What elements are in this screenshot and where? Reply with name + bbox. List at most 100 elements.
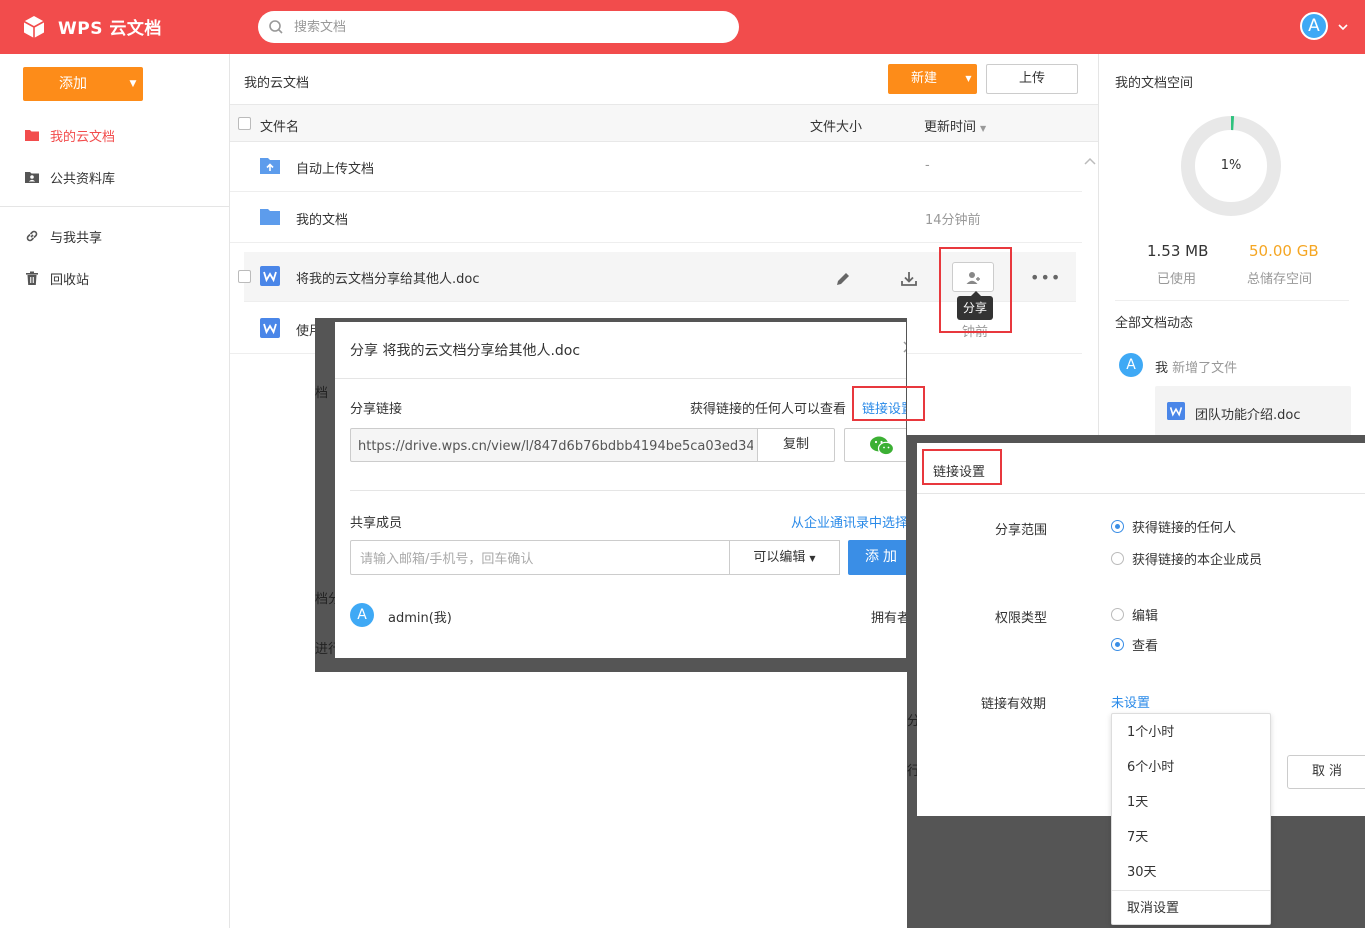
caret-down-icon: ▼ <box>809 554 816 563</box>
share-url-box[interactable] <box>350 428 758 462</box>
app-title: WPS 云文档 <box>58 19 162 39</box>
scope-radio-anyone[interactable] <box>1111 520 1124 533</box>
perm-option-view[interactable]: 查看 <box>1132 635 1158 654</box>
sidebar-item-trash[interactable]: 回收站 <box>0 260 229 296</box>
file-name: 我的文档 <box>296 213 349 228</box>
annotation-highlight-link-settings <box>852 386 925 421</box>
trash-icon <box>26 271 38 285</box>
cube-logo-icon <box>23 15 45 38</box>
download-icon[interactable] <box>899 269 919 289</box>
expiry-option[interactable]: 30天 <box>1112 855 1270 890</box>
used-label: 已使用 <box>1157 272 1197 287</box>
member-input-box[interactable] <box>350 540 730 575</box>
file-time: - <box>925 158 930 173</box>
expiry-dropdown: 1个小时 6个小时 1天 7天 30天 取消设置 <box>1111 713 1271 925</box>
total-label: 总储存空间 <box>1247 272 1313 287</box>
column-name[interactable]: 文件名 <box>260 116 299 135</box>
sidebar-item-label: 我的云文档 <box>50 129 116 145</box>
copy-button[interactable]: 复制 <box>757 428 835 462</box>
sidebar-item-my-docs[interactable]: 我的云文档 <box>0 117 229 153</box>
annotation-highlight-settings-title <box>922 449 1002 485</box>
expiry-label: 链接有效期 <box>981 697 1047 712</box>
activity-file-card[interactable]: 团队功能介绍.doc <box>1155 386 1351 436</box>
new-button-label: 新建 <box>910 71 937 86</box>
storage-percent: 1% <box>1220 158 1242 173</box>
add-member-button[interactable]: 添加 <box>848 540 906 575</box>
caret-down-icon[interactable]: ▼ <box>960 64 977 94</box>
wps-writer-icon <box>260 266 280 286</box>
permission-select[interactable]: 可以编辑 ▼ <box>729 540 840 575</box>
column-time[interactable]: 更新时间 ▼ <box>924 116 986 135</box>
space-title: 我的文档空间 <box>1115 76 1194 91</box>
activity-action: 新增了文件 <box>1172 361 1238 376</box>
expiry-option[interactable]: 1天 <box>1112 785 1270 820</box>
search-input[interactable] <box>294 17 724 37</box>
expiry-select[interactable]: 未设置 <box>1111 692 1150 711</box>
perm-radio-view[interactable] <box>1111 638 1124 651</box>
member-input[interactable] <box>360 550 720 568</box>
permission-value: 可以编辑 <box>753 550 806 565</box>
page-title: 我的云文档 <box>244 76 310 91</box>
perm-option-edit[interactable]: 编辑 <box>1132 605 1158 624</box>
expiry-option[interactable]: 7天 <box>1112 820 1270 855</box>
add-button[interactable]: 添加 ▼ <box>23 67 143 101</box>
file-time: 14分钟前 <box>925 213 981 228</box>
activity-text: 我 新增了文件 <box>1155 357 1237 376</box>
expiry-clear-option[interactable]: 取消设置 <box>1112 891 1270 926</box>
panel-divider <box>1115 300 1349 301</box>
scope-radio-company[interactable] <box>1111 552 1124 565</box>
scope-label: 分享范围 <box>995 523 1048 538</box>
folder-icon <box>260 209 280 225</box>
sidebar-divider <box>0 206 229 207</box>
scope-option-anyone[interactable]: 获得链接的任何人 <box>1132 517 1236 536</box>
scroll-up-icon[interactable] <box>1082 154 1098 170</box>
select-from-directory-link[interactable]: 从企业通讯录中选择 <box>791 512 906 531</box>
activity-title: 全部文档动态 <box>1115 316 1194 331</box>
wechat-share-button[interactable] <box>844 428 906 462</box>
upload-folder-icon <box>260 158 280 174</box>
list-item[interactable]: 我的文档 14分钟前 <box>230 193 1082 243</box>
expiry-option[interactable]: 1个小时 <box>1112 715 1270 750</box>
activity-actor: 我 <box>1155 361 1169 376</box>
wps-writer-icon <box>1167 402 1185 420</box>
team-library-icon <box>25 172 39 183</box>
row-checkbox[interactable] <box>238 270 251 283</box>
upload-button[interactable]: 上传 <box>986 64 1078 94</box>
sidebar-item-shared-with-me[interactable]: 与我共享 <box>0 218 229 254</box>
column-size[interactable]: 文件大小 <box>810 116 862 135</box>
user-avatar[interactable]: A <box>1300 12 1328 40</box>
close-icon[interactable] <box>902 340 906 354</box>
avatar: A <box>1119 353 1143 377</box>
divider <box>350 490 906 491</box>
avatar: A <box>350 603 374 627</box>
more-options-icon[interactable]: ••• <box>1030 268 1061 287</box>
sidebar-item-public-library[interactable]: 公共资料库 <box>0 159 229 195</box>
new-button[interactable]: 新建 ▼ <box>888 64 977 94</box>
activity-file-name: 团队功能介绍.doc <box>1195 408 1301 423</box>
list-header: 文件名 文件大小 更新时间 ▼ <box>230 104 1098 142</box>
annotation-highlight-share <box>939 247 1012 333</box>
folder-icon <box>25 130 39 141</box>
search-box[interactable] <box>258 11 739 43</box>
cancel-button[interactable]: 取消 <box>1287 755 1365 789</box>
edit-pencil-icon[interactable] <box>833 269 853 289</box>
wechat-icon <box>870 436 895 456</box>
column-time-label: 更新时间 <box>924 120 977 135</box>
link-icon <box>26 230 38 242</box>
share-dialog-title: 分享 将我的云文档分享给其他人.doc <box>350 343 581 359</box>
caret-down-icon[interactable]: ▼ <box>123 67 143 101</box>
scope-option-company[interactable]: 获得链接的本企业成员 <box>1132 549 1262 568</box>
list-item[interactable]: 自动上传文档 - <box>230 142 1082 192</box>
app-logo[interactable]: WPS 云文档 <box>22 14 162 39</box>
share-dialog: 分享 将我的云文档分享给其他人.doc 分享链接 获得链接的任何人可以查看 链接… <box>335 322 906 658</box>
share-url-input[interactable] <box>358 437 753 455</box>
member-name: admin(我) <box>388 611 452 626</box>
sidebar-item-label: 公共资料库 <box>50 171 116 187</box>
select-all-checkbox[interactable] <box>238 117 251 130</box>
used-value: 1.53 MB <box>1147 242 1209 260</box>
sort-caret-icon: ▼ <box>980 124 987 133</box>
perm-radio-edit[interactable] <box>1111 608 1124 621</box>
chevron-down-icon[interactable] <box>1337 21 1349 33</box>
share-link-label: 分享链接 <box>350 402 403 417</box>
expiry-option[interactable]: 6个小时 <box>1112 750 1270 785</box>
